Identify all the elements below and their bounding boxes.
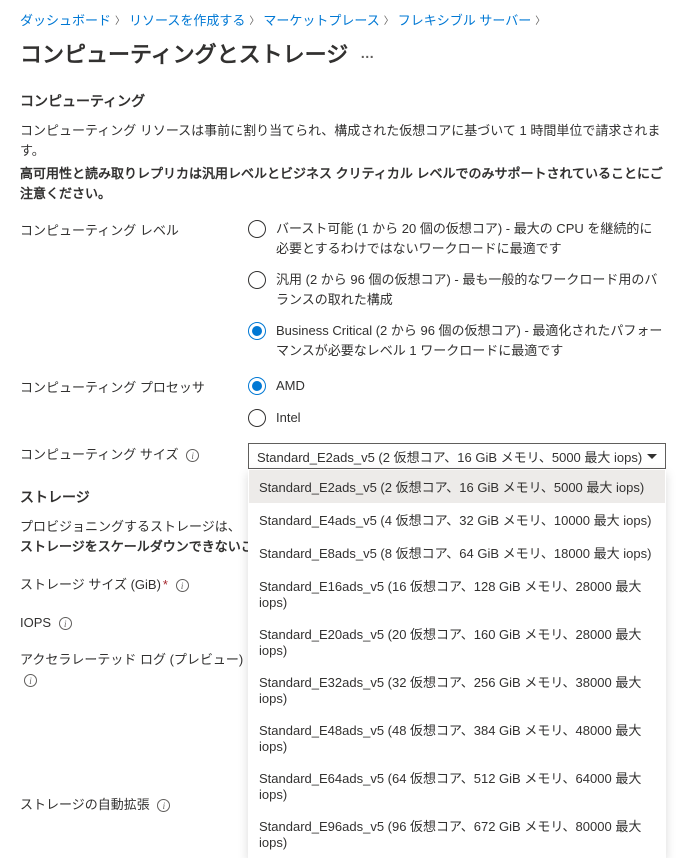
compute-size-option[interactable]: Standard_E2ads_v5 (2 仮想コア、16 GiB メモリ、500… <box>249 470 665 503</box>
auto-grow-label: ストレージの自動拡張 i <box>20 793 248 815</box>
radio-icon <box>248 377 266 395</box>
compute-size-dropdown-list: Standard_E2ads_v5 (2 仮想コア、16 GiB メモリ、500… <box>248 469 666 858</box>
compute-size-option[interactable]: Standard_E16ads_v5 (16 仮想コア、128 GiB メモリ、… <box>249 569 665 617</box>
breadcrumb-create-resource[interactable]: リソースを作成する <box>129 10 245 29</box>
compute-processor-radiogroup: AMD Intel <box>248 376 664 427</box>
chevron-right-icon: 〉 <box>384 12 394 27</box>
chevron-right-icon: 〉 <box>535 12 545 27</box>
info-icon[interactable]: i <box>186 449 199 462</box>
compute-size-option[interactable]: Standard_E48ads_v5 (48 仮想コア、384 GiB メモリ、… <box>249 713 665 761</box>
breadcrumb-dashboard[interactable]: ダッシュボード <box>20 10 111 29</box>
breadcrumb-marketplace[interactable]: マーケットプレース <box>263 10 379 29</box>
compute-description-bold: 高可用性と読み取りレプリカは汎用レベルとビジネス クリティカル レベルでのみサポ… <box>20 164 664 203</box>
compute-size-option[interactable]: Standard_E20ads_v5 (20 仮想コア、160 GiB メモリ、… <box>249 617 665 665</box>
chevron-down-icon <box>647 454 657 459</box>
accel-log-label: アクセラレーテッド ログ (プレビュー) i <box>20 648 248 689</box>
radio-icon <box>248 220 266 238</box>
radio-icon <box>248 322 266 340</box>
compute-size-option[interactable]: Standard_E4ads_v5 (4 仮想コア、32 GiB メモリ、100… <box>249 503 665 536</box>
info-icon[interactable]: i <box>59 617 72 630</box>
compute-processor-intel[interactable]: Intel <box>248 408 664 428</box>
compute-description: コンピューティング リソースは事前に割り当てられ、構成された仮想コアに基づいて … <box>20 121 664 160</box>
compute-processor-label: コンピューティング プロセッサ <box>20 376 248 398</box>
compute-size-option[interactable]: Standard_E96ads_v5 (96 仮想コア、672 GiB メモリ、… <box>249 809 665 857</box>
iops-label: IOPS i <box>20 611 248 633</box>
info-icon[interactable]: i <box>157 799 170 812</box>
compute-size-option[interactable]: Standard_E64ads_v5 (64 仮想コア、512 GiB メモリ、… <box>249 761 665 809</box>
info-icon[interactable]: i <box>24 674 37 687</box>
chevron-right-icon: 〉 <box>249 12 259 27</box>
info-icon[interactable]: i <box>176 579 189 592</box>
compute-level-burstable[interactable]: バースト可能 (1 から 20 個の仮想コア) - 最大の CPU を継続的に必… <box>248 219 664 258</box>
compute-level-radiogroup: バースト可能 (1 から 20 個の仮想コア) - 最大の CPU を継続的に必… <box>248 219 664 360</box>
compute-level-business-critical[interactable]: Business Critical (2 から 96 個の仮想コア) - 最適化… <box>248 321 664 360</box>
compute-size-option[interactable]: Standard_E8ads_v5 (8 仮想コア、64 GiB メモリ、180… <box>249 536 665 569</box>
chevron-right-icon: 〉 <box>115 12 125 27</box>
more-icon[interactable]: … <box>360 45 375 61</box>
compute-level-general[interactable]: 汎用 (2 から 96 個の仮想コア) - 最も一般的なワークロード用のバランス… <box>248 270 664 309</box>
breadcrumb-flexible-server[interactable]: フレキシブル サーバー <box>398 10 531 29</box>
radio-icon <box>248 409 266 427</box>
compute-heading: コンピューティング <box>20 91 664 111</box>
compute-processor-amd[interactable]: AMD <box>248 376 664 396</box>
page-title: コンピューティングとストレージ … <box>20 37 664 69</box>
radio-icon <box>248 271 266 289</box>
storage-size-label: ストレージ サイズ (GiB)* i <box>20 573 248 595</box>
compute-size-dropdown[interactable]: Standard_E2ads_v5 (2 仮想コア、16 GiB メモリ、500… <box>248 443 666 469</box>
compute-size-option[interactable]: Standard_E32ads_v5 (32 仮想コア、256 GiB メモリ、… <box>249 665 665 713</box>
compute-size-label: コンピューティング サイズ i <box>20 443 248 465</box>
compute-level-label: コンピューティング レベル <box>20 219 248 241</box>
breadcrumb: ダッシュボード 〉 リソースを作成する 〉 マーケットプレース 〉 フレキシブル… <box>20 10 664 29</box>
